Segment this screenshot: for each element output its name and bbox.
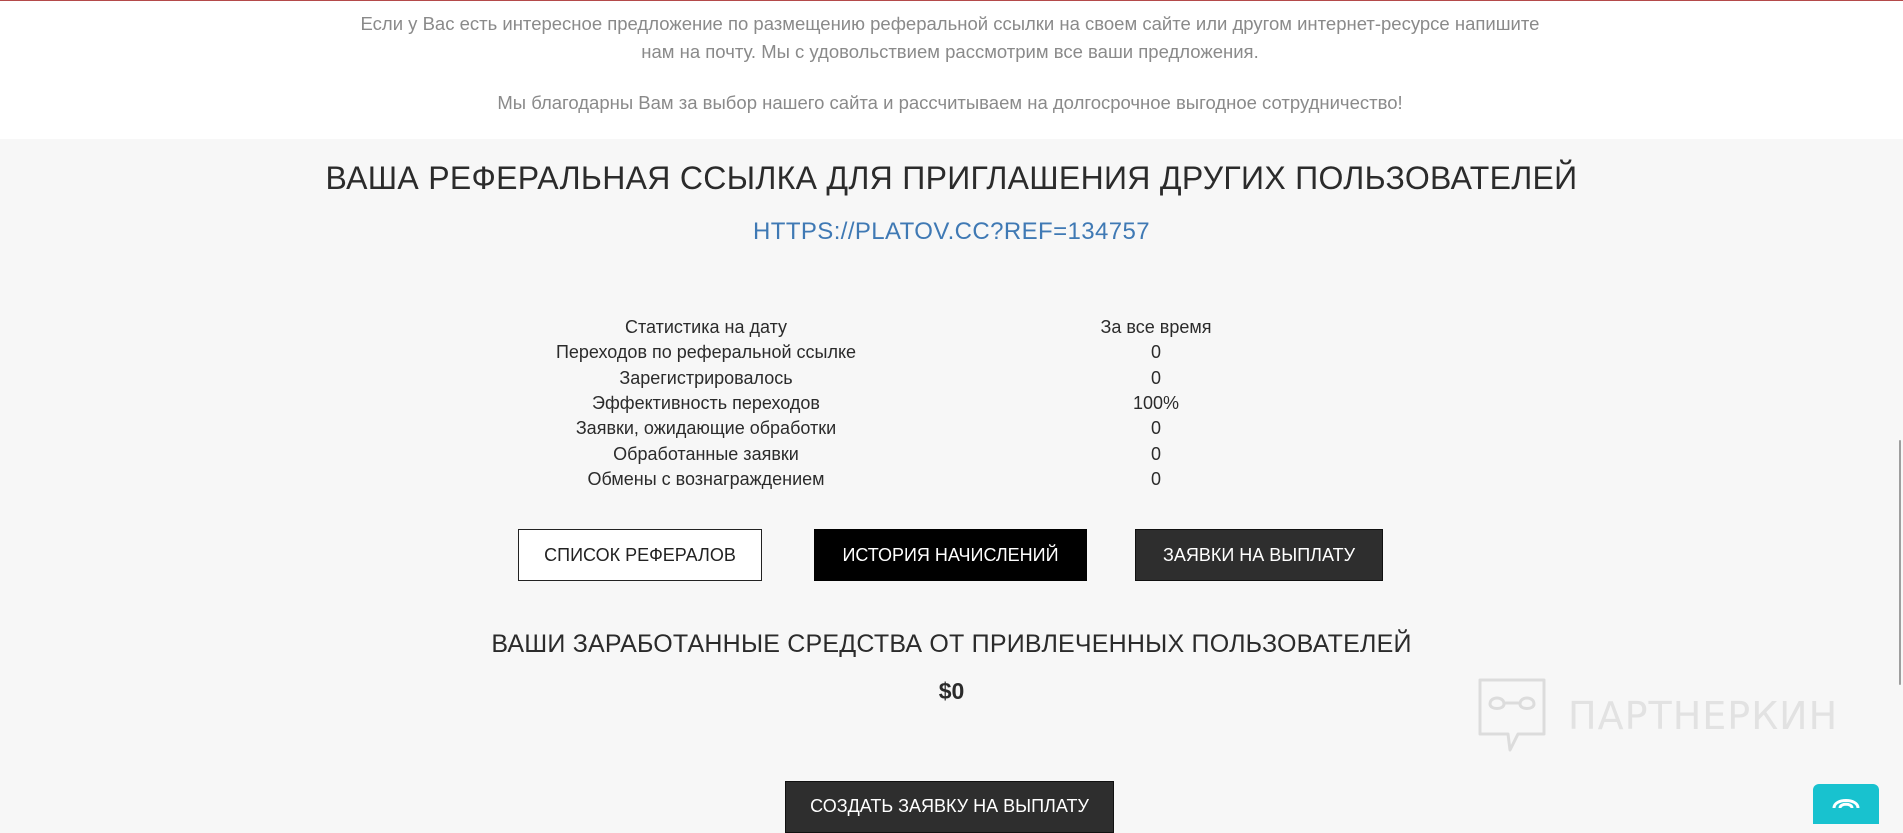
stats-header-date: Статистика на дату xyxy=(624,317,788,338)
table-row: Зарегистрировалось 0 xyxy=(500,366,1400,391)
table-row: Обработанные заявки 0 xyxy=(500,441,1400,466)
stats-label: Обмены с вознаграждением xyxy=(587,468,825,489)
create-payout-button[interactable]: СОЗДАТЬ ЗАЯВКУ НА ВЫПЛАТУ xyxy=(785,781,1114,833)
stats-value: 100% xyxy=(1132,393,1180,414)
referral-link-heading: ВАША РЕФЕРАЛЬНАЯ ССЫЛКА ДЛЯ ПРИГЛАШЕНИЯ … xyxy=(325,160,1578,196)
chat-widget-button[interactable] xyxy=(1813,784,1879,824)
watermark-text: ПАРТНЕРКИН xyxy=(1568,694,1839,738)
stats-header-row: Статистика на дату За все время xyxy=(500,315,1400,340)
referral-link[interactable]: HTTPS://PLATOV.CC?REF=134757 xyxy=(0,218,1903,246)
payout-requests-button[interactable]: ЗАЯВКИ НА ВЫПЛАТУ xyxy=(1135,529,1383,581)
stats-header-all-time: За все время xyxy=(1100,317,1212,338)
stats-label: Заявки, ожидающие обработки xyxy=(575,418,837,439)
stats-value: 0 xyxy=(1150,367,1161,388)
stats-value: 0 xyxy=(1150,342,1161,363)
stats-label: Эффективность переходов xyxy=(592,393,820,414)
stats-label: Зарегистрировалось xyxy=(619,367,793,388)
intro-paragraph-thanks: Мы благодарны Вам за выбор нашего сайта … xyxy=(497,92,1403,113)
table-row: Обмены с вознаграждением 0 xyxy=(500,467,1400,492)
chat-widget-icon xyxy=(1832,799,1860,809)
page-scrollbar[interactable] xyxy=(1897,0,1903,810)
intro-section: Если у Вас есть интересное предложение п… xyxy=(0,1,1903,139)
stats-value: 0 xyxy=(1150,443,1161,464)
referrals-list-button[interactable]: СПИСОК РЕФЕРАЛОВ xyxy=(518,529,762,581)
stats-label: Переходов по реферальной ссылке xyxy=(555,342,857,363)
stats-table: Статистика на дату За все время Переходо… xyxy=(500,315,1400,492)
earnings-heading: ВАШИ ЗАРАБОТАННЫЕ СРЕДСТВА ОТ ПРИВЛЕЧЕНН… xyxy=(491,630,1412,658)
table-row: Переходов по реферальной ссылке 0 xyxy=(500,340,1400,365)
intro-paragraph-offer: Если у Вас есть интересное предложение п… xyxy=(360,13,1540,62)
partnerkin-watermark: ПАРТНЕРКИН xyxy=(1474,676,1838,756)
accrual-history-button[interactable]: ИСТОРИЯ НАЧИСЛЕНИЙ xyxy=(814,529,1087,581)
partnerkin-logo-icon xyxy=(1478,678,1546,752)
table-row: Заявки, ожидающие обработки 0 xyxy=(500,416,1400,441)
stats-value: 0 xyxy=(1150,468,1161,489)
page-scrollbar-thumb[interactable] xyxy=(1899,440,1901,685)
table-row: Эффективность переходов 100% xyxy=(500,391,1400,416)
stats-value: 0 xyxy=(1150,418,1161,439)
stats-label: Обработанные заявки xyxy=(613,443,799,464)
